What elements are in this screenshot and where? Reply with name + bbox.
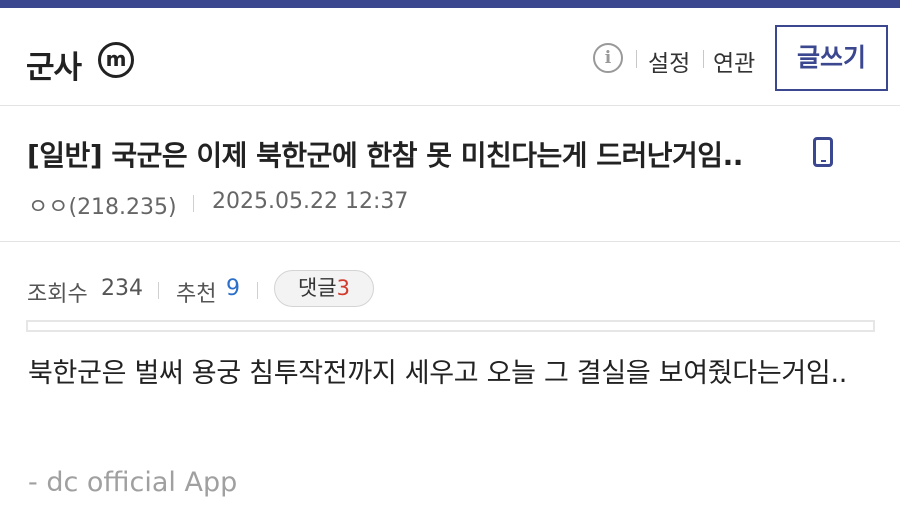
post-author[interactable]: ㅇㅇ(218.235) [28, 189, 177, 221]
post-title: [일반] 국군은 이제 북한군에 한참 못 미친다는게 드러난거임.. [27, 139, 743, 172]
settings-link[interactable]: 설정 [648, 44, 690, 78]
post-header: [일반] 국군은 이제 북한군에 한참 못 미친다는게 드러난거임.. ㅇㅇ(2… [0, 107, 900, 242]
recommend-label: 추천 [176, 282, 217, 307]
info-icon[interactable]: i [593, 43, 623, 73]
app-signature: - dc official App [28, 467, 238, 498]
stats-separator [158, 282, 159, 299]
header-separator [703, 50, 704, 68]
related-link[interactable]: 연관 [713, 44, 755, 78]
write-post-button[interactable]: 글쓰기 [775, 25, 888, 91]
views-label: 조회수 [27, 282, 88, 307]
comment-label: 댓글 [297, 276, 337, 300]
header-separator [636, 50, 637, 68]
content-divider [26, 320, 875, 332]
gallery-name[interactable]: 군사 [26, 42, 82, 87]
views-count: 234 [101, 276, 143, 301]
post-date: 2025.05.22 12:37 [212, 189, 409, 214]
meta-separator [193, 195, 194, 212]
recommend-count: 9 [226, 276, 240, 301]
comment-count: 3 [336, 276, 350, 300]
top-accent-bar [0, 0, 900, 8]
comment-count-button[interactable]: 댓글3 [274, 270, 374, 307]
m-badge-icon[interactable]: m [98, 42, 134, 78]
stats-separator [257, 282, 258, 299]
mobile-icon [813, 137, 833, 167]
gallery-header: 군사 m i 설정 연관 글쓰기 [0, 8, 900, 106]
post-body: 북한군은 벌써 용궁 침투작전까지 세우고 오늘 그 결실을 보여줬다는거임.. [28, 358, 848, 389]
post-stats: 조회수 234 추천 9 댓글3 [0, 243, 900, 323]
